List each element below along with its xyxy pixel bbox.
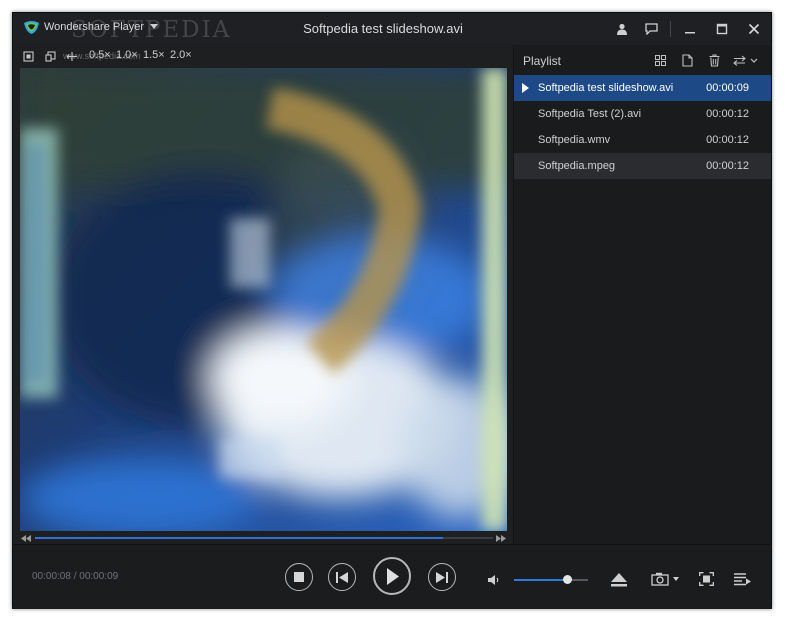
playlist-item-duration: 00:00:12 xyxy=(706,108,749,120)
app-name[interactable]: Wondershare Player xyxy=(44,21,144,33)
app-logo-icon xyxy=(24,21,39,34)
window-title: Softpedia test slideshow.avi xyxy=(303,21,463,36)
playlist-item-name: Softpedia.mpeg xyxy=(538,160,616,172)
app-menu-chevron-icon[interactable] xyxy=(150,24,158,29)
play-icon[interactable] xyxy=(373,557,411,595)
playlist-item-name: Softpedia Test (2).avi xyxy=(538,108,642,120)
titlebar-divider xyxy=(670,21,671,37)
snapshot-icon[interactable] xyxy=(649,570,683,588)
zoom-1-5x[interactable]: 1.5× xyxy=(143,49,165,61)
previous-icon[interactable] xyxy=(328,563,356,591)
play-mode-icon[interactable] xyxy=(731,53,761,67)
rewind-icon[interactable] xyxy=(20,532,32,544)
fullscreen-icon[interactable] xyxy=(697,570,715,588)
playlist-item[interactable]: Softpedia test slideshow.avi 00:00:09 xyxy=(514,75,771,101)
zoom-1-0x[interactable]: 1.0× xyxy=(116,49,138,61)
playlist-item-duration: 00:00:12 xyxy=(706,160,749,172)
video-image xyxy=(20,68,507,531)
stop-icon[interactable] xyxy=(285,563,313,591)
next-icon[interactable] xyxy=(428,563,456,591)
fast-forward-icon[interactable] xyxy=(495,532,507,544)
volume-level xyxy=(514,579,568,581)
playlist-item-name: Softpedia test slideshow.avi xyxy=(538,82,674,94)
add-file-icon[interactable] xyxy=(680,53,694,67)
fit-screen-icon[interactable] xyxy=(21,49,35,63)
original-size-icon[interactable] xyxy=(43,49,57,63)
time-display: 00:00:08 / 00:00:09 xyxy=(32,571,119,582)
playlist-toggle-icon[interactable] xyxy=(732,570,752,588)
maximize-icon[interactable] xyxy=(711,18,733,40)
title-bar[interactable]: SOFTPEDIA Wondershare Player Softpedia t… xyxy=(13,13,771,45)
playlist-item-duration: 00:00:09 xyxy=(706,82,749,94)
playlist-item-name: Softpedia.wmv xyxy=(538,134,611,146)
seek-progress xyxy=(35,537,443,539)
video-toolbar: www.softpedia.com 0.5× 1.0× 1.5× 2.0× xyxy=(13,45,513,67)
seek-bar-row xyxy=(13,532,513,544)
close-icon[interactable] xyxy=(743,18,765,40)
playlist-item[interactable]: Softpedia Test (2).avi 00:00:12 xyxy=(514,101,771,127)
delete-icon[interactable] xyxy=(707,53,721,67)
now-playing-icon xyxy=(522,83,529,93)
aspect-icon[interactable] xyxy=(65,49,79,63)
grid-view-icon[interactable] xyxy=(653,53,667,67)
volume-knob[interactable] xyxy=(563,575,573,584)
zoom-0-5x[interactable]: 0.5× xyxy=(89,49,111,61)
zoom-2-0x[interactable]: 2.0× xyxy=(170,49,192,61)
playlist-item[interactable]: Softpedia.mpeg 00:00:12 xyxy=(514,153,771,179)
video-frame[interactable] xyxy=(20,68,507,531)
feedback-icon[interactable] xyxy=(640,18,662,40)
playlist-panel: Playlist Softpedia test slideshow.avi 00… xyxy=(514,45,771,544)
playlist-item[interactable]: Softpedia.wmv 00:00:12 xyxy=(514,127,771,153)
playlist-item-duration: 00:00:12 xyxy=(706,134,749,146)
minimize-icon[interactable] xyxy=(679,18,701,40)
seek-track[interactable] xyxy=(35,537,493,539)
volume-slider[interactable] xyxy=(514,575,588,584)
user-icon[interactable] xyxy=(611,18,633,40)
eject-icon[interactable] xyxy=(610,571,628,589)
control-bar: 00:00:08 / 00:00:09 xyxy=(13,544,771,609)
player-window: SOFTPEDIA Wondershare Player Softpedia t… xyxy=(12,12,772,609)
playlist-title: Playlist xyxy=(523,54,562,68)
volume-icon[interactable] xyxy=(486,572,502,588)
playlist-header: Playlist xyxy=(514,45,771,75)
